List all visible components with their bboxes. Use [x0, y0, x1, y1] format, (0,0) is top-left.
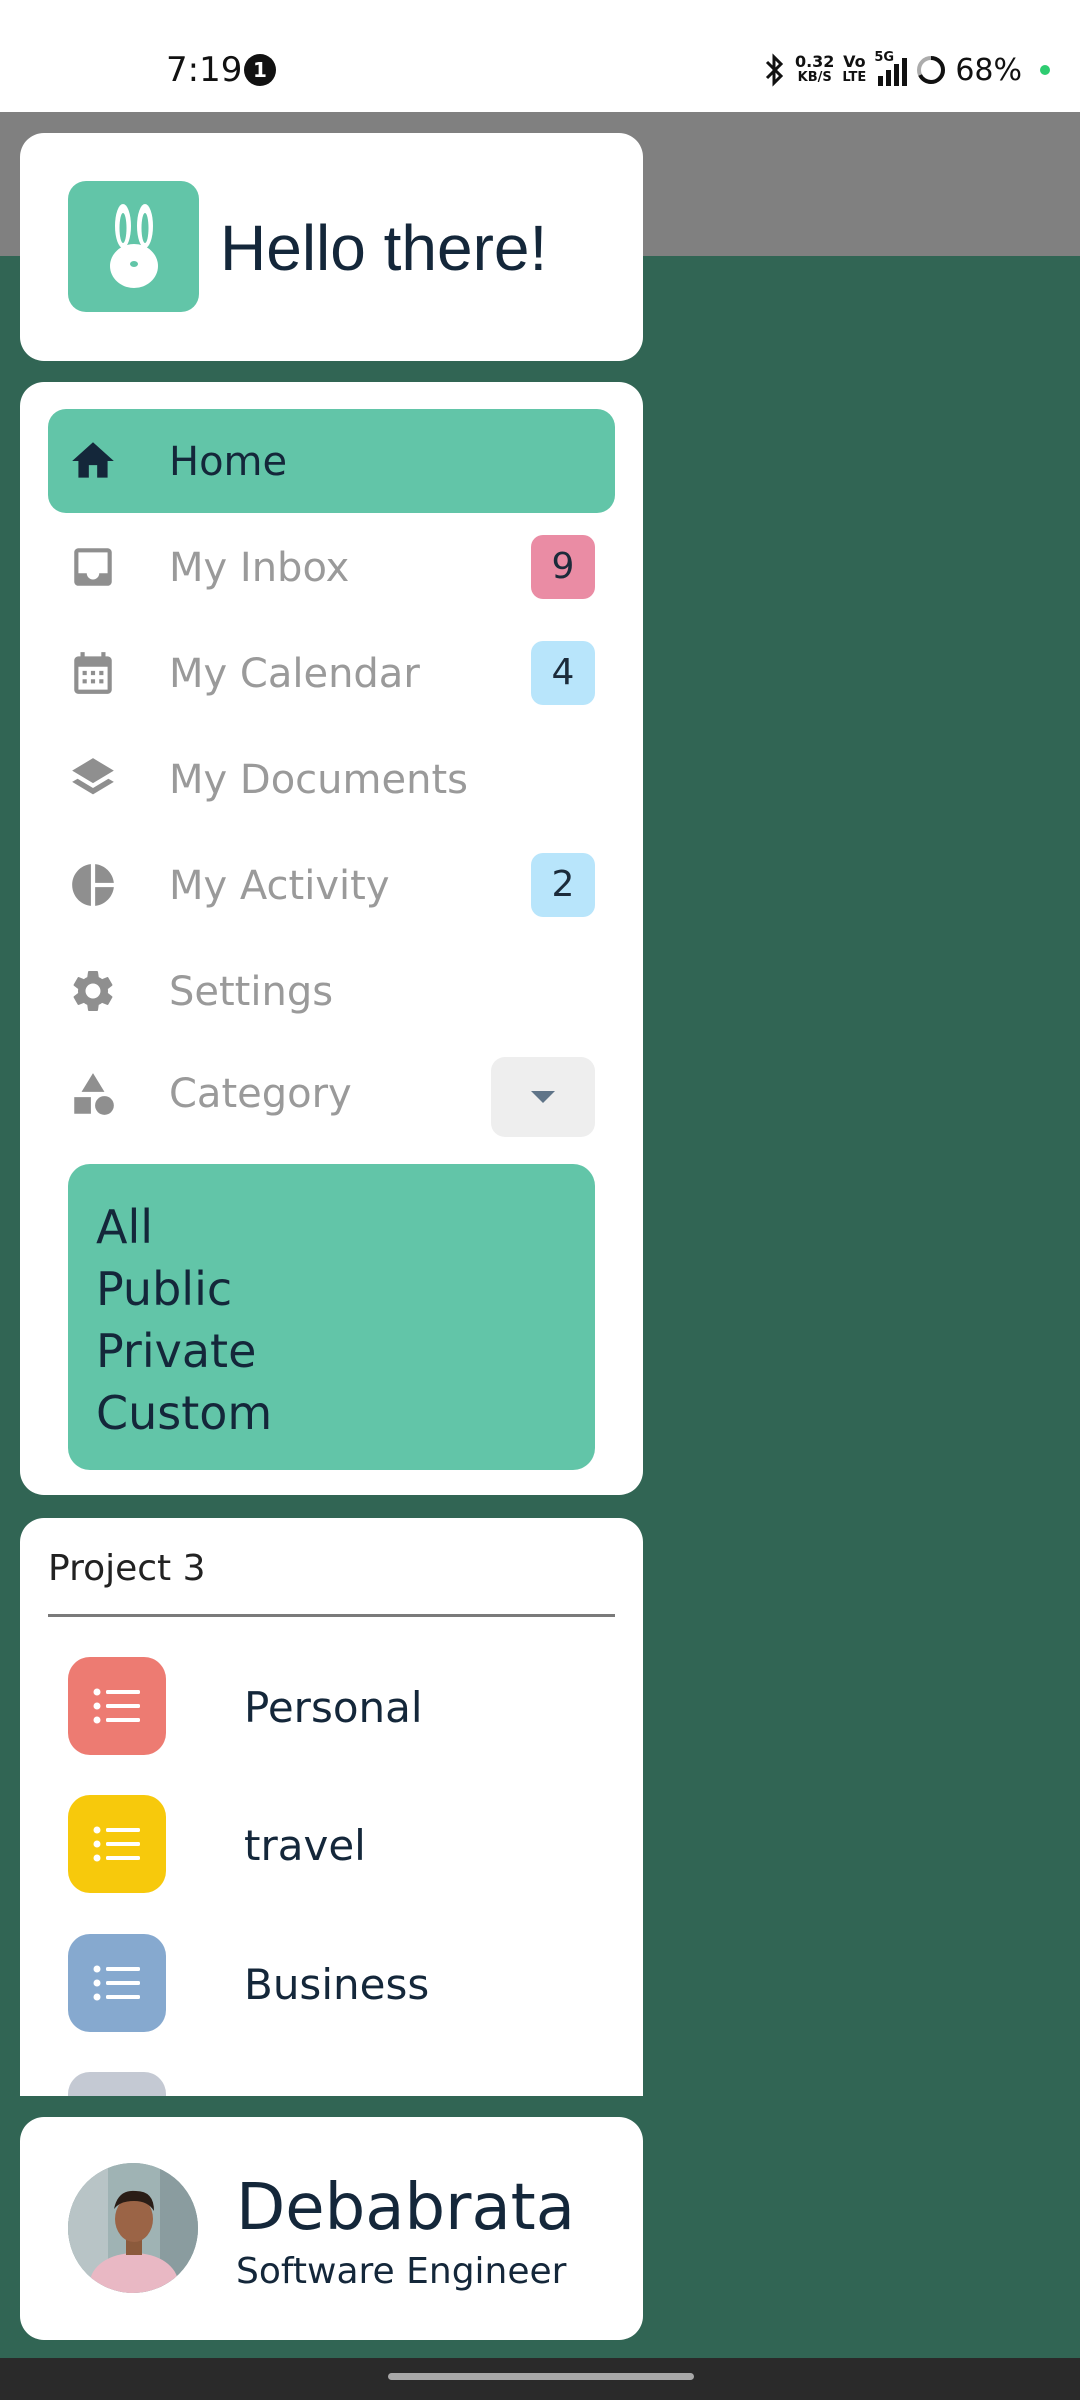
category-option-public[interactable]: Public — [96, 1258, 567, 1320]
category-options: All Public Private Custom — [68, 1164, 595, 1470]
nav-menu: Home My Inbox 9 My Calendar 4 My Documen… — [20, 382, 643, 1495]
nav-item-inbox[interactable]: My Inbox 9 — [48, 515, 615, 619]
nav-item-label: Category — [169, 1071, 352, 1117]
nav-item-label: My Calendar — [169, 651, 420, 697]
greeting-title: Hello there! — [220, 212, 548, 284]
divider — [48, 1614, 615, 1617]
projects-section: Project 3 Personal travel Business — [20, 1518, 643, 2096]
pie-chart-icon — [72, 864, 114, 906]
nav-item-label: My Inbox — [169, 545, 350, 591]
network-type: 5G — [874, 50, 895, 65]
home-gesture-handle[interactable] — [388, 2373, 694, 2380]
project-icon-badge — [68, 1657, 166, 1755]
signal-bar-1 — [878, 76, 884, 86]
inbox-icon — [74, 548, 112, 586]
avatar[interactable] — [68, 2163, 198, 2293]
profile-card[interactable]: Debabrata Software Engineer — [20, 2117, 643, 2340]
gear-icon — [73, 970, 113, 1011]
layers-icon — [72, 758, 114, 795]
nav-item-label: Settings — [169, 969, 334, 1015]
nav-item-label: Home — [169, 439, 288, 485]
project-item-travel[interactable]: travel — [68, 1795, 588, 1893]
battery-ring-icon — [917, 56, 946, 84]
signal-bar-4 — [902, 58, 908, 86]
volte-bottom: LTE — [842, 70, 867, 85]
project-label: travel — [244, 1821, 366, 1870]
bluetooth-icon — [765, 53, 784, 87]
signal-bar-2 — [886, 70, 892, 86]
list-icon — [93, 1965, 140, 2001]
project-icon-badge — [68, 1795, 166, 1893]
project-label: Personal — [244, 1683, 423, 1732]
app-logo — [68, 181, 199, 312]
rabbit-icon — [109, 203, 158, 288]
nav-item-settings[interactable]: Settings — [48, 939, 615, 1043]
list-icon — [93, 1826, 140, 1862]
signal-bar-3 — [894, 64, 900, 86]
profile-role: Software Engineer — [236, 2251, 567, 2292]
project-item-personal[interactable]: Personal — [68, 1657, 588, 1755]
status-bar: 7:19 1 0.32 KB/S Vo LTE 5G 68% — [0, 0, 1080, 112]
privacy-dot-icon — [1040, 65, 1050, 75]
nav-item-activity[interactable]: My Activity 2 — [48, 833, 615, 937]
profile-name: Debabrata — [236, 2171, 575, 2245]
home-icon — [72, 442, 114, 478]
calendar-icon — [74, 652, 112, 694]
project-icon-badge — [68, 1934, 166, 2032]
user-avatar-icon — [68, 2163, 198, 2293]
category-option-custom[interactable]: Custom — [96, 1382, 567, 1444]
status-time: 7:19 — [166, 50, 243, 90]
shapes-icon — [74, 1073, 114, 1115]
net-speed: 0.32 KB/S — [795, 54, 834, 86]
net-speed-value: 0.32 — [794, 52, 835, 71]
notification-count-icon: 1 — [244, 54, 276, 86]
list-icon — [93, 1688, 140, 1724]
nav-item-documents[interactable]: My Documents — [48, 727, 615, 831]
project-label: Business — [244, 1960, 430, 2009]
nav-item-label: My Activity — [169, 863, 390, 909]
project-icon-badge — [68, 2072, 166, 2096]
activity-count-badge: 2 — [531, 853, 595, 917]
calendar-count-badge: 4 — [531, 641, 595, 705]
project-item-business[interactable]: Business — [68, 1934, 588, 2032]
category-option-all[interactable]: All — [96, 1196, 567, 1258]
battery-level: 68% — [955, 52, 1022, 88]
volte-indicator: Vo LTE — [842, 54, 866, 86]
drawer-header: Hello there! — [20, 133, 643, 361]
status-indicators: 0.32 KB/S Vo LTE 5G 68% — [761, 48, 1050, 92]
project-item-partial[interactable] — [68, 2072, 588, 2096]
category-option-private[interactable]: Private — [96, 1320, 567, 1382]
volte-top: Vo — [843, 52, 866, 71]
caret-down-icon — [531, 1091, 555, 1103]
signal-indicator: 5G — [874, 50, 908, 86]
nav-item-home[interactable]: Home — [48, 409, 615, 513]
nav-item-label: My Documents — [169, 757, 468, 803]
category-dropdown-button[interactable] — [491, 1057, 595, 1137]
nav-item-category[interactable]: Category — [48, 1049, 615, 1153]
nav-item-calendar[interactable]: My Calendar 4 — [48, 621, 615, 725]
projects-title: Project 3 — [48, 1548, 206, 1589]
net-speed-unit: KB/S — [797, 70, 832, 85]
inbox-count-badge: 9 — [531, 535, 595, 599]
